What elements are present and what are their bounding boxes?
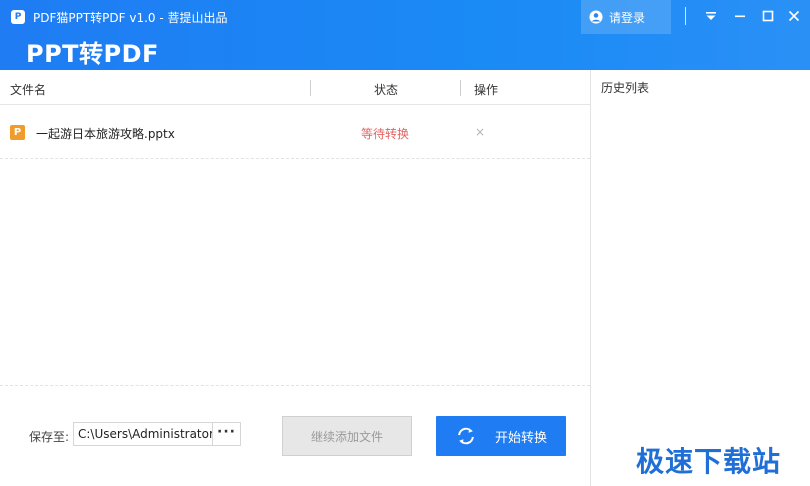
history-panel: 历史列表 bbox=[590, 70, 810, 486]
column-header-filename: 文件名 bbox=[10, 83, 47, 97]
column-header-action: 操作 bbox=[474, 83, 499, 97]
page-title: PPT转PDF bbox=[26, 40, 159, 68]
maximize-icon bbox=[762, 10, 774, 22]
title-bar: P PDF猫PPT转PDF v1.0 - 菩提山出品 PPT转PDF 请登录 bbox=[0, 0, 810, 70]
save-path-input[interactable]: C:\Users\Administrator bbox=[73, 422, 213, 446]
refresh-icon bbox=[458, 427, 474, 445]
status-text: 等待转换 bbox=[361, 127, 410, 141]
maximize-button[interactable] bbox=[760, 8, 776, 24]
app-logo-icon: P bbox=[11, 10, 25, 24]
login-label: 请登录 bbox=[609, 10, 646, 25]
ppt-file-icon: P bbox=[10, 125, 25, 140]
add-more-files-button[interactable]: 继续添加文件 bbox=[282, 416, 412, 456]
dropdown-menu-button[interactable] bbox=[703, 8, 719, 24]
start-convert-label: 开始转换 bbox=[494, 430, 547, 446]
save-to-label: 保存至: bbox=[29, 430, 70, 444]
column-divider bbox=[310, 80, 311, 96]
app-window: P PDF猫PPT转PDF v1.0 - 菩提山出品 PPT转PDF 请登录 文… bbox=[0, 0, 810, 486]
add-more-files-label: 继续添加文件 bbox=[310, 429, 383, 444]
table-header: 文件名 状态 操作 bbox=[0, 70, 590, 105]
user-icon bbox=[589, 10, 603, 24]
browse-folder-button[interactable]: ··· bbox=[212, 422, 241, 446]
minimize-button[interactable] bbox=[732, 8, 748, 24]
history-title: 历史列表 bbox=[601, 81, 650, 95]
start-convert-button[interactable]: 开始转换 bbox=[436, 416, 566, 456]
table-row[interactable]: P 一起游日本旅游攻略.pptx 等待转换 × bbox=[0, 106, 590, 159]
watermark-logo: 极速下载站 bbox=[636, 445, 782, 478]
file-list-panel: 文件名 状态 操作 P 一起游日本旅游攻略.pptx 等待转换 × 保存至: C… bbox=[0, 70, 590, 486]
remove-file-button[interactable]: × bbox=[474, 125, 486, 139]
file-name: 一起游日本旅游攻略.pptx bbox=[36, 127, 175, 141]
minimize-icon bbox=[735, 15, 745, 18]
divider bbox=[0, 385, 590, 386]
login-button[interactable]: 请登录 bbox=[581, 0, 671, 34]
close-icon bbox=[788, 10, 800, 22]
close-button[interactable] bbox=[786, 8, 802, 24]
column-header-status: 状态 bbox=[374, 83, 399, 97]
app-title: PDF猫PPT转PDF v1.0 - 菩提山出品 bbox=[33, 11, 228, 25]
titlebar-divider bbox=[685, 7, 686, 25]
column-divider bbox=[460, 80, 461, 96]
dropdown-menu-icon bbox=[706, 12, 716, 20]
